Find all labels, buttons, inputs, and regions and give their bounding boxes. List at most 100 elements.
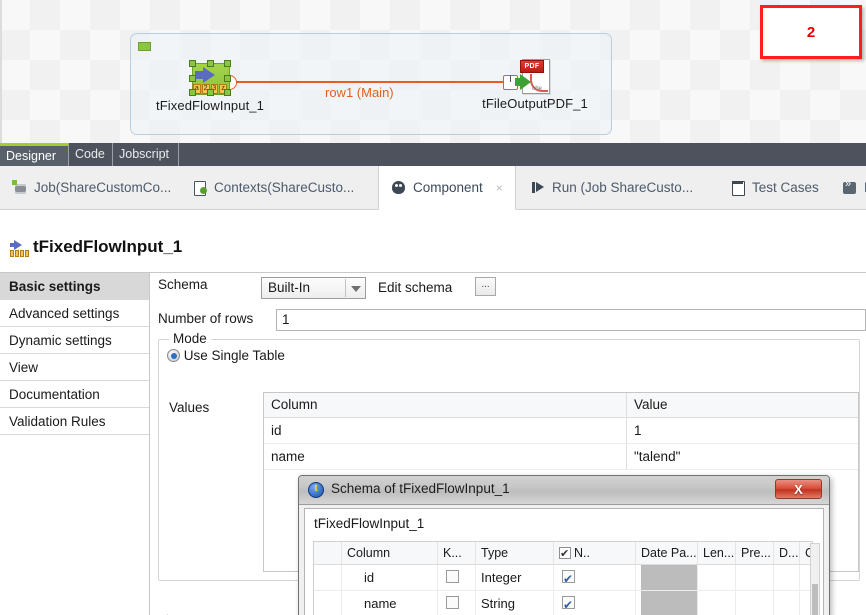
tab-test-cases[interactable]: Test Cases bbox=[718, 166, 831, 209]
schema-header-column: Column bbox=[342, 542, 438, 564]
values-cell-column: id bbox=[264, 418, 627, 443]
pdf-badge-label: PDF bbox=[520, 60, 544, 73]
table-row[interactable]: id Integer bbox=[314, 565, 812, 591]
edit-schema-label: Edit schema bbox=[378, 280, 453, 295]
schema-cell-column: name bbox=[342, 591, 438, 615]
key-checkbox[interactable] bbox=[446, 570, 459, 583]
sidebar-item-view[interactable]: View bbox=[0, 354, 149, 381]
job-designer-canvas[interactable]: row1 (Main) a23z tFixedFlowInput_1 bbox=[0, 0, 866, 143]
dialog-subtitle: tFixedFlowInput_1 bbox=[314, 516, 425, 531]
nullable-header-checkbox[interactable] bbox=[559, 543, 571, 564]
schema-header-length: Len... bbox=[698, 542, 736, 564]
component-node-tfileoutputpdf[interactable]: PDF obe tFileOutputPDF_1 bbox=[475, 58, 595, 111]
schema-header-nullable: N.. bbox=[554, 542, 636, 564]
schema-select-value: Built-In bbox=[268, 280, 311, 295]
component-icon bbox=[391, 180, 406, 195]
schema-cell-default bbox=[774, 591, 800, 615]
tab-job-label: Job(ShareCustomCo... bbox=[34, 180, 172, 195]
schema-header-select bbox=[314, 542, 342, 564]
schema-cell-length bbox=[698, 591, 736, 615]
dialog-titlebar[interactable]: Schema of tFixedFlowInput_1 X bbox=[299, 476, 829, 505]
sidebar-item-documentation[interactable]: Documentation bbox=[0, 381, 149, 408]
view-tabbar: Job(ShareCustomCo... Contexts(ShareCusto… bbox=[0, 166, 866, 210]
component-title-icon bbox=[10, 240, 29, 257]
run-icon bbox=[530, 180, 545, 195]
schema-cell-length bbox=[698, 565, 736, 590]
sidebar-item-basic-settings[interactable]: Basic settings bbox=[0, 273, 149, 300]
schema-table[interactable]: Column K... Type N.. Date Pa... Len... P… bbox=[313, 541, 813, 615]
radio-use-single-table[interactable]: Use Single Table bbox=[167, 348, 285, 363]
values-cell-column: name bbox=[264, 444, 627, 469]
schema-cell-date-pattern[interactable] bbox=[636, 591, 698, 615]
dialog-body: tFixedFlowInput_1 Column K... Type N.. D… bbox=[304, 508, 824, 615]
schema-cell-column: id bbox=[342, 565, 438, 590]
nullable-checkbox[interactable] bbox=[562, 567, 575, 590]
schema-cell-default bbox=[774, 565, 800, 590]
editor-tabbar: Designer Code Jobscript bbox=[0, 143, 866, 166]
schema-label: Schema bbox=[158, 277, 208, 292]
more-views-icon bbox=[842, 178, 857, 195]
annotation-box-2: 2 bbox=[760, 5, 862, 59]
close-button[interactable]: X bbox=[775, 479, 822, 499]
schema-select[interactable]: Built-In bbox=[261, 277, 366, 299]
table-row[interactable]: name "talend" bbox=[264, 444, 858, 470]
tab-run-label: Run (Job ShareCusto... bbox=[552, 180, 694, 195]
row1-connection-label: row1 (Main) bbox=[325, 85, 394, 100]
tab-more-views[interactable]: D bbox=[830, 166, 866, 209]
radio-icon-selected bbox=[167, 349, 180, 362]
sidebar-item-advanced-settings[interactable]: Advanced settings bbox=[0, 300, 149, 327]
schema-cell-precision bbox=[736, 565, 774, 590]
editor-tab-designer[interactable]: Designer bbox=[0, 143, 69, 166]
row1-connection-line[interactable] bbox=[232, 81, 510, 83]
scrollbar-thumb[interactable] bbox=[812, 584, 818, 615]
table-row[interactable]: name String bbox=[314, 591, 812, 615]
tab-component[interactable]: Component × bbox=[378, 166, 516, 210]
schema-row: Schema Built-In Edit schema ... bbox=[158, 277, 858, 303]
schema-cell-date-pattern[interactable] bbox=[636, 565, 698, 590]
dialog-vertical-scrollbar[interactable] bbox=[810, 543, 820, 615]
schema-header-type: Type bbox=[476, 542, 554, 564]
schema-cell-select bbox=[314, 565, 342, 590]
node-label-tfileoutputpdf: tFileOutputPDF_1 bbox=[482, 96, 588, 111]
job-icon bbox=[12, 180, 27, 195]
dialog-title: Schema of tFixedFlowInput_1 bbox=[331, 481, 510, 496]
radio-use-single-table-label: Use Single Table bbox=[183, 348, 285, 363]
values-cell-value: "talend" bbox=[634, 449, 681, 464]
tab-contexts[interactable]: Contexts(ShareCusto... bbox=[180, 166, 366, 209]
canvas-left-rule bbox=[0, 0, 2, 143]
schema-cell-nullable[interactable] bbox=[554, 591, 636, 615]
schema-cell-type: Integer bbox=[476, 565, 554, 590]
schema-header-nullable-label: N.. bbox=[574, 546, 590, 560]
number-of-rows-label: Number of rows bbox=[158, 311, 254, 326]
values-table-header: Column Value bbox=[264, 393, 858, 418]
file-output-pdf-icon: PDF obe bbox=[514, 58, 556, 94]
tab-contexts-label: Contexts(ShareCusto... bbox=[214, 180, 355, 195]
table-row[interactable]: id 1 bbox=[264, 418, 858, 444]
values-header-column: Column bbox=[264, 393, 627, 417]
annotation-label: 2 bbox=[806, 23, 816, 41]
sidebar-item-validation-rules[interactable]: Validation Rules bbox=[0, 408, 149, 435]
schema-header-precision: Pre... bbox=[736, 542, 774, 564]
schema-cell-key[interactable] bbox=[438, 565, 476, 590]
nullable-checkbox[interactable] bbox=[562, 593, 575, 615]
editor-tab-code[interactable]: Code bbox=[69, 143, 113, 166]
values-cell-value: 1 bbox=[634, 423, 642, 438]
component-node-tfixedflowinput[interactable]: a23z tFixedFlowInput_1 bbox=[150, 60, 270, 113]
values-label: Values bbox=[169, 400, 210, 415]
edit-schema-button[interactable]: ... bbox=[475, 277, 496, 296]
schema-header-key: K... bbox=[438, 542, 476, 564]
page-title: tFixedFlowInput_1 bbox=[33, 237, 183, 256]
close-icon[interactable]: × bbox=[496, 181, 503, 195]
schema-cell-key[interactable] bbox=[438, 591, 476, 615]
editor-tab-jobscript[interactable]: Jobscript bbox=[113, 143, 179, 166]
sidebar-item-dynamic-settings[interactable]: Dynamic settings bbox=[0, 327, 149, 354]
subjob-collapse-icon[interactable] bbox=[138, 42, 151, 51]
tab-job[interactable]: Job(ShareCustomCo... bbox=[0, 166, 183, 209]
node-label-tfixedflowinput: tFixedFlowInput_1 bbox=[156, 98, 264, 113]
tab-run[interactable]: Run (Job ShareCusto... bbox=[518, 166, 705, 209]
key-checkbox[interactable] bbox=[446, 596, 459, 609]
schema-dialog[interactable]: Schema of tFixedFlowInput_1 X tFixedFlow… bbox=[298, 475, 830, 615]
schema-table-header: Column K... Type N.. Date Pa... Len... P… bbox=[314, 542, 812, 565]
number-of-rows-input[interactable]: 1 bbox=[276, 309, 866, 331]
schema-cell-nullable[interactable] bbox=[554, 565, 636, 590]
